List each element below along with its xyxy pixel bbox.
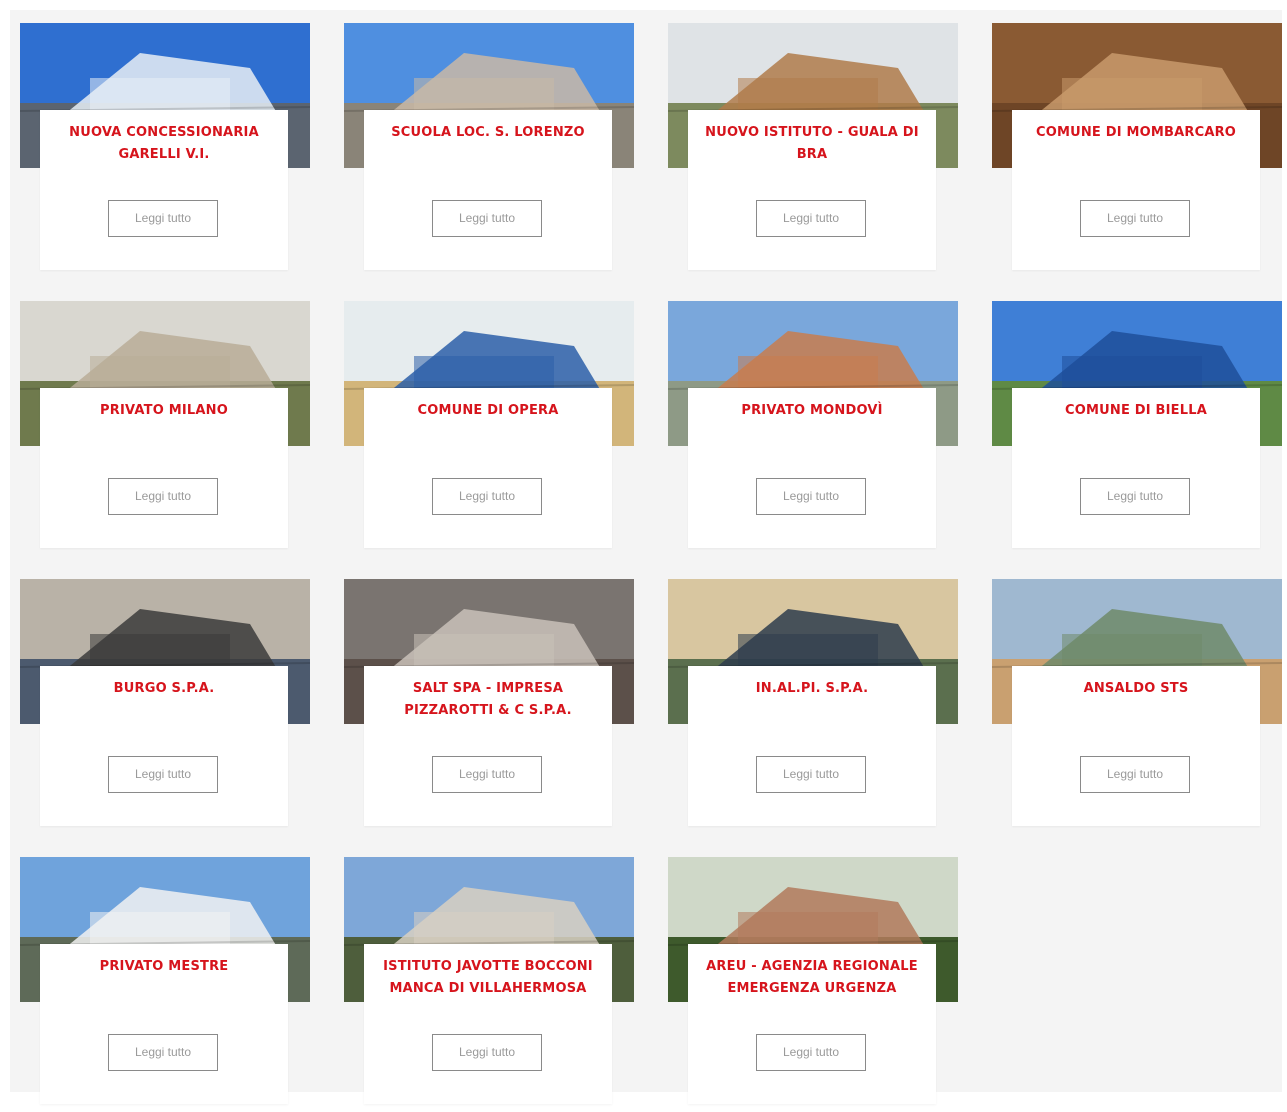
project-panel: Salt spa - Impresa Pizzarotti & C S.p.a.… <box>364 666 612 826</box>
project-title[interactable]: In.Al.Pi. S.p.a. <box>696 678 928 700</box>
project-panel: Scuola loc. S. Lorenzo Leggi tutto <box>364 110 612 270</box>
project-panel: Privato Mestre Leggi tutto <box>40 944 288 1104</box>
project-title[interactable]: Nuova concessionaria Garelli V.I. <box>48 122 280 166</box>
project-card: Burgo S.p.a. Leggi tutto <box>20 579 310 834</box>
project-title[interactable]: Istituto Javotte Bocconi Manca di Villah… <box>372 956 604 1000</box>
project-card: Comune di Mombarcaro Leggi tutto <box>992 23 1282 278</box>
project-panel: Comune di Mombarcaro Leggi tutto <box>1012 110 1260 270</box>
read-more-button[interactable]: Leggi tutto <box>432 200 542 237</box>
read-more-button[interactable]: Leggi tutto <box>108 1034 218 1071</box>
read-more-button[interactable]: Leggi tutto <box>432 756 542 793</box>
read-more-button[interactable]: Leggi tutto <box>1080 478 1190 515</box>
read-more-button[interactable]: Leggi tutto <box>756 200 866 237</box>
project-title[interactable]: Privato Mestre <box>48 956 280 978</box>
project-panel: Istituto Javotte Bocconi Manca di Villah… <box>364 944 612 1104</box>
projects-grid: Nuova concessionaria Garelli V.I. Leggi t… <box>10 10 1282 1104</box>
project-panel: Areu - Agenzia Regionale Emergenza Urgen… <box>688 944 936 1104</box>
project-panel: Comune di Opera Leggi tutto <box>364 388 612 548</box>
project-panel: Privato Mondovì Leggi tutto <box>688 388 936 548</box>
project-card: Comune di Biella Leggi tutto <box>992 301 1282 556</box>
project-card: Scuola loc. S. Lorenzo Leggi tutto <box>344 23 634 278</box>
project-card: Privato Mondovì Leggi tutto <box>668 301 958 556</box>
project-title[interactable]: Areu - Agenzia Regionale Emergenza Urgen… <box>696 956 928 1000</box>
read-more-button[interactable]: Leggi tutto <box>432 1034 542 1071</box>
read-more-button[interactable]: Leggi tutto <box>108 200 218 237</box>
project-title[interactable]: Nuovo istituto - Guala di Bra <box>696 122 928 166</box>
project-card: Istituto Javotte Bocconi Manca di Villah… <box>344 857 634 1112</box>
read-more-button[interactable]: Leggi tutto <box>1080 200 1190 237</box>
project-title[interactable]: Comune di Mombarcaro <box>1020 122 1252 144</box>
project-panel: Ansaldo STS Leggi tutto <box>1012 666 1260 826</box>
project-title[interactable]: Scuola loc. S. Lorenzo <box>372 122 604 144</box>
project-panel: Privato Milano Leggi tutto <box>40 388 288 548</box>
project-card: Nuova concessionaria Garelli V.I. Leggi t… <box>20 23 310 278</box>
read-more-button[interactable]: Leggi tutto <box>756 1034 866 1071</box>
read-more-button[interactable]: Leggi tutto <box>432 478 542 515</box>
read-more-button[interactable]: Leggi tutto <box>756 478 866 515</box>
read-more-button[interactable]: Leggi tutto <box>1080 756 1190 793</box>
project-card: Privato Milano Leggi tutto <box>20 301 310 556</box>
project-title[interactable]: Privato Milano <box>48 400 280 422</box>
project-title[interactable]: Privato Mondovì <box>696 400 928 422</box>
project-panel: Nuovo istituto - Guala di Bra Leggi tutto <box>688 110 936 270</box>
project-card: In.Al.Pi. S.p.a. Leggi tutto <box>668 579 958 834</box>
project-panel: In.Al.Pi. S.p.a. Leggi tutto <box>688 666 936 826</box>
project-panel: Burgo S.p.a. Leggi tutto <box>40 666 288 826</box>
project-card: Comune di Opera Leggi tutto <box>344 301 634 556</box>
read-more-button[interactable]: Leggi tutto <box>108 756 218 793</box>
read-more-button[interactable]: Leggi tutto <box>108 478 218 515</box>
project-title[interactable]: Comune di Biella <box>1020 400 1252 422</box>
read-more-button[interactable]: Leggi tutto <box>756 756 866 793</box>
project-title[interactable]: Ansaldo STS <box>1020 678 1252 700</box>
project-card: Salt spa - Impresa Pizzarotti & C S.p.a.… <box>344 579 634 834</box>
project-panel: Comune di Biella Leggi tutto <box>1012 388 1260 548</box>
project-card: Nuovo istituto - Guala di Bra Leggi tutto <box>668 23 958 278</box>
project-card: Ansaldo STS Leggi tutto <box>992 579 1282 834</box>
project-panel: Nuova concessionaria Garelli V.I. Leggi t… <box>40 110 288 270</box>
project-card: Privato Mestre Leggi tutto <box>20 857 310 1112</box>
project-title[interactable]: Burgo S.p.a. <box>48 678 280 700</box>
project-title[interactable]: Comune di Opera <box>372 400 604 422</box>
project-title[interactable]: Salt spa - Impresa Pizzarotti & C S.p.a. <box>372 678 604 722</box>
project-card: Areu - Agenzia Regionale Emergenza Urgen… <box>668 857 958 1112</box>
